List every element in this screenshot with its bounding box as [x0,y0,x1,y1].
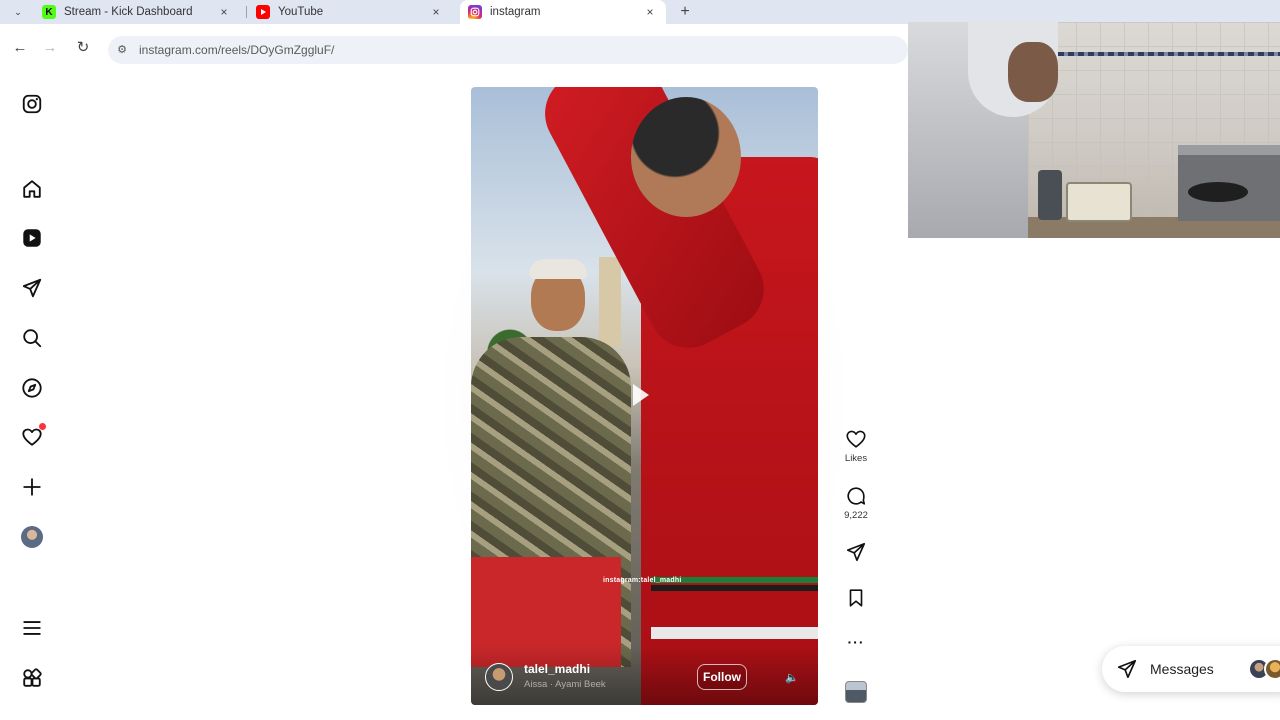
comment-icon[interactable] [845,485,867,507]
messages-label: Messages [1150,661,1214,677]
reel-video[interactable]: instagram:talel_madhi talel_madhi Aissa … [471,87,818,705]
blender [1038,170,1062,220]
share-action[interactable] [838,541,874,563]
instagram-logo-icon[interactable] [20,92,44,116]
tab-title: Stream - Kick Dashboard [64,6,193,18]
follow-button[interactable]: Follow [697,664,747,690]
microwave [1066,182,1132,222]
direct-messages-icon[interactable] [20,276,44,300]
original-audio-thumbnail[interactable] [845,681,867,703]
pan [1188,182,1248,202]
avatar [1264,658,1280,680]
instagram-favicon-icon [468,5,482,19]
likes-label: Likes [844,453,868,464]
tab-title: YouTube [278,6,324,18]
notifications-heart-icon[interactable] [20,423,46,449]
tracksuit-stripe-white [651,627,818,639]
tab-instagram[interactable]: instagram × [460,0,666,24]
share-icon[interactable] [845,541,867,563]
back-button[interactable]: ← [10,38,30,58]
forward-button[interactable]: → [40,38,60,58]
heart-icon[interactable] [845,428,867,450]
new-tab-button[interactable]: + [676,2,694,22]
address-bar[interactable]: ⚙ instagram.com/reels/DOyGmZggluF/ [108,36,908,64]
instagram-sidebar [0,72,64,720]
tab-divider [246,6,247,18]
search-icon[interactable] [20,326,44,350]
person-right-head [631,97,741,217]
comment-action[interactable]: 9,222 [838,485,874,521]
more-options-icon[interactable]: ··· [838,634,874,650]
avatar [21,526,43,548]
tab-kick-dashboard[interactable]: K Stream - Kick Dashboard × [34,0,240,24]
messages-button[interactable]: Messages [1102,646,1280,692]
bookmark-icon[interactable] [845,587,867,609]
tab-search-button[interactable]: ⌄ [8,3,28,21]
also-from-meta-icon[interactable] [20,666,44,690]
streamer-face [1008,42,1058,102]
comments-count: 9,222 [844,510,868,521]
reels-icon[interactable] [20,226,44,250]
browser-tab-strip: ⌄ K Stream - Kick Dashboard × YouTube × … [0,0,1280,24]
author-avatar[interactable] [485,663,513,691]
address-bar-url: instagram.com/reels/DOyGmZggluF/ [139,43,335,57]
like-action[interactable]: Likes [838,428,874,464]
youtube-favicon-icon [256,5,270,19]
explore-icon[interactable] [20,376,44,400]
close-tab-icon[interactable]: × [216,5,232,19]
play-icon[interactable] [633,384,649,406]
kick-favicon-icon: K [42,5,56,19]
reel-watermark: instagram:talel_madhi [603,577,682,584]
tab-title: instagram [490,6,541,18]
webcam-overlay [908,22,1280,238]
person-left-cap [529,259,587,279]
author-username[interactable]: talel_madhi [524,662,590,676]
profile-avatar[interactable] [20,525,44,549]
home-icon[interactable] [20,177,44,201]
more-menu-icon[interactable] [20,616,44,640]
close-tab-icon[interactable]: × [642,5,658,19]
tab-youtube[interactable]: YouTube × [248,0,452,24]
tracksuit-stripe-black [651,585,818,591]
site-info-icon[interactable]: ⚙ [114,42,130,58]
reel-audio-title[interactable]: Aissa · Ayami Beek [524,679,606,690]
reload-button[interactable]: ↻ [73,38,93,58]
create-plus-icon[interactable] [20,475,44,499]
close-tab-icon[interactable]: × [428,5,444,19]
messages-icon [1117,659,1137,679]
minaret-scene [599,257,621,347]
mute-toggle-icon[interactable]: 🔈 [781,669,803,687]
save-action[interactable] [838,587,874,609]
notification-dot [39,423,46,430]
